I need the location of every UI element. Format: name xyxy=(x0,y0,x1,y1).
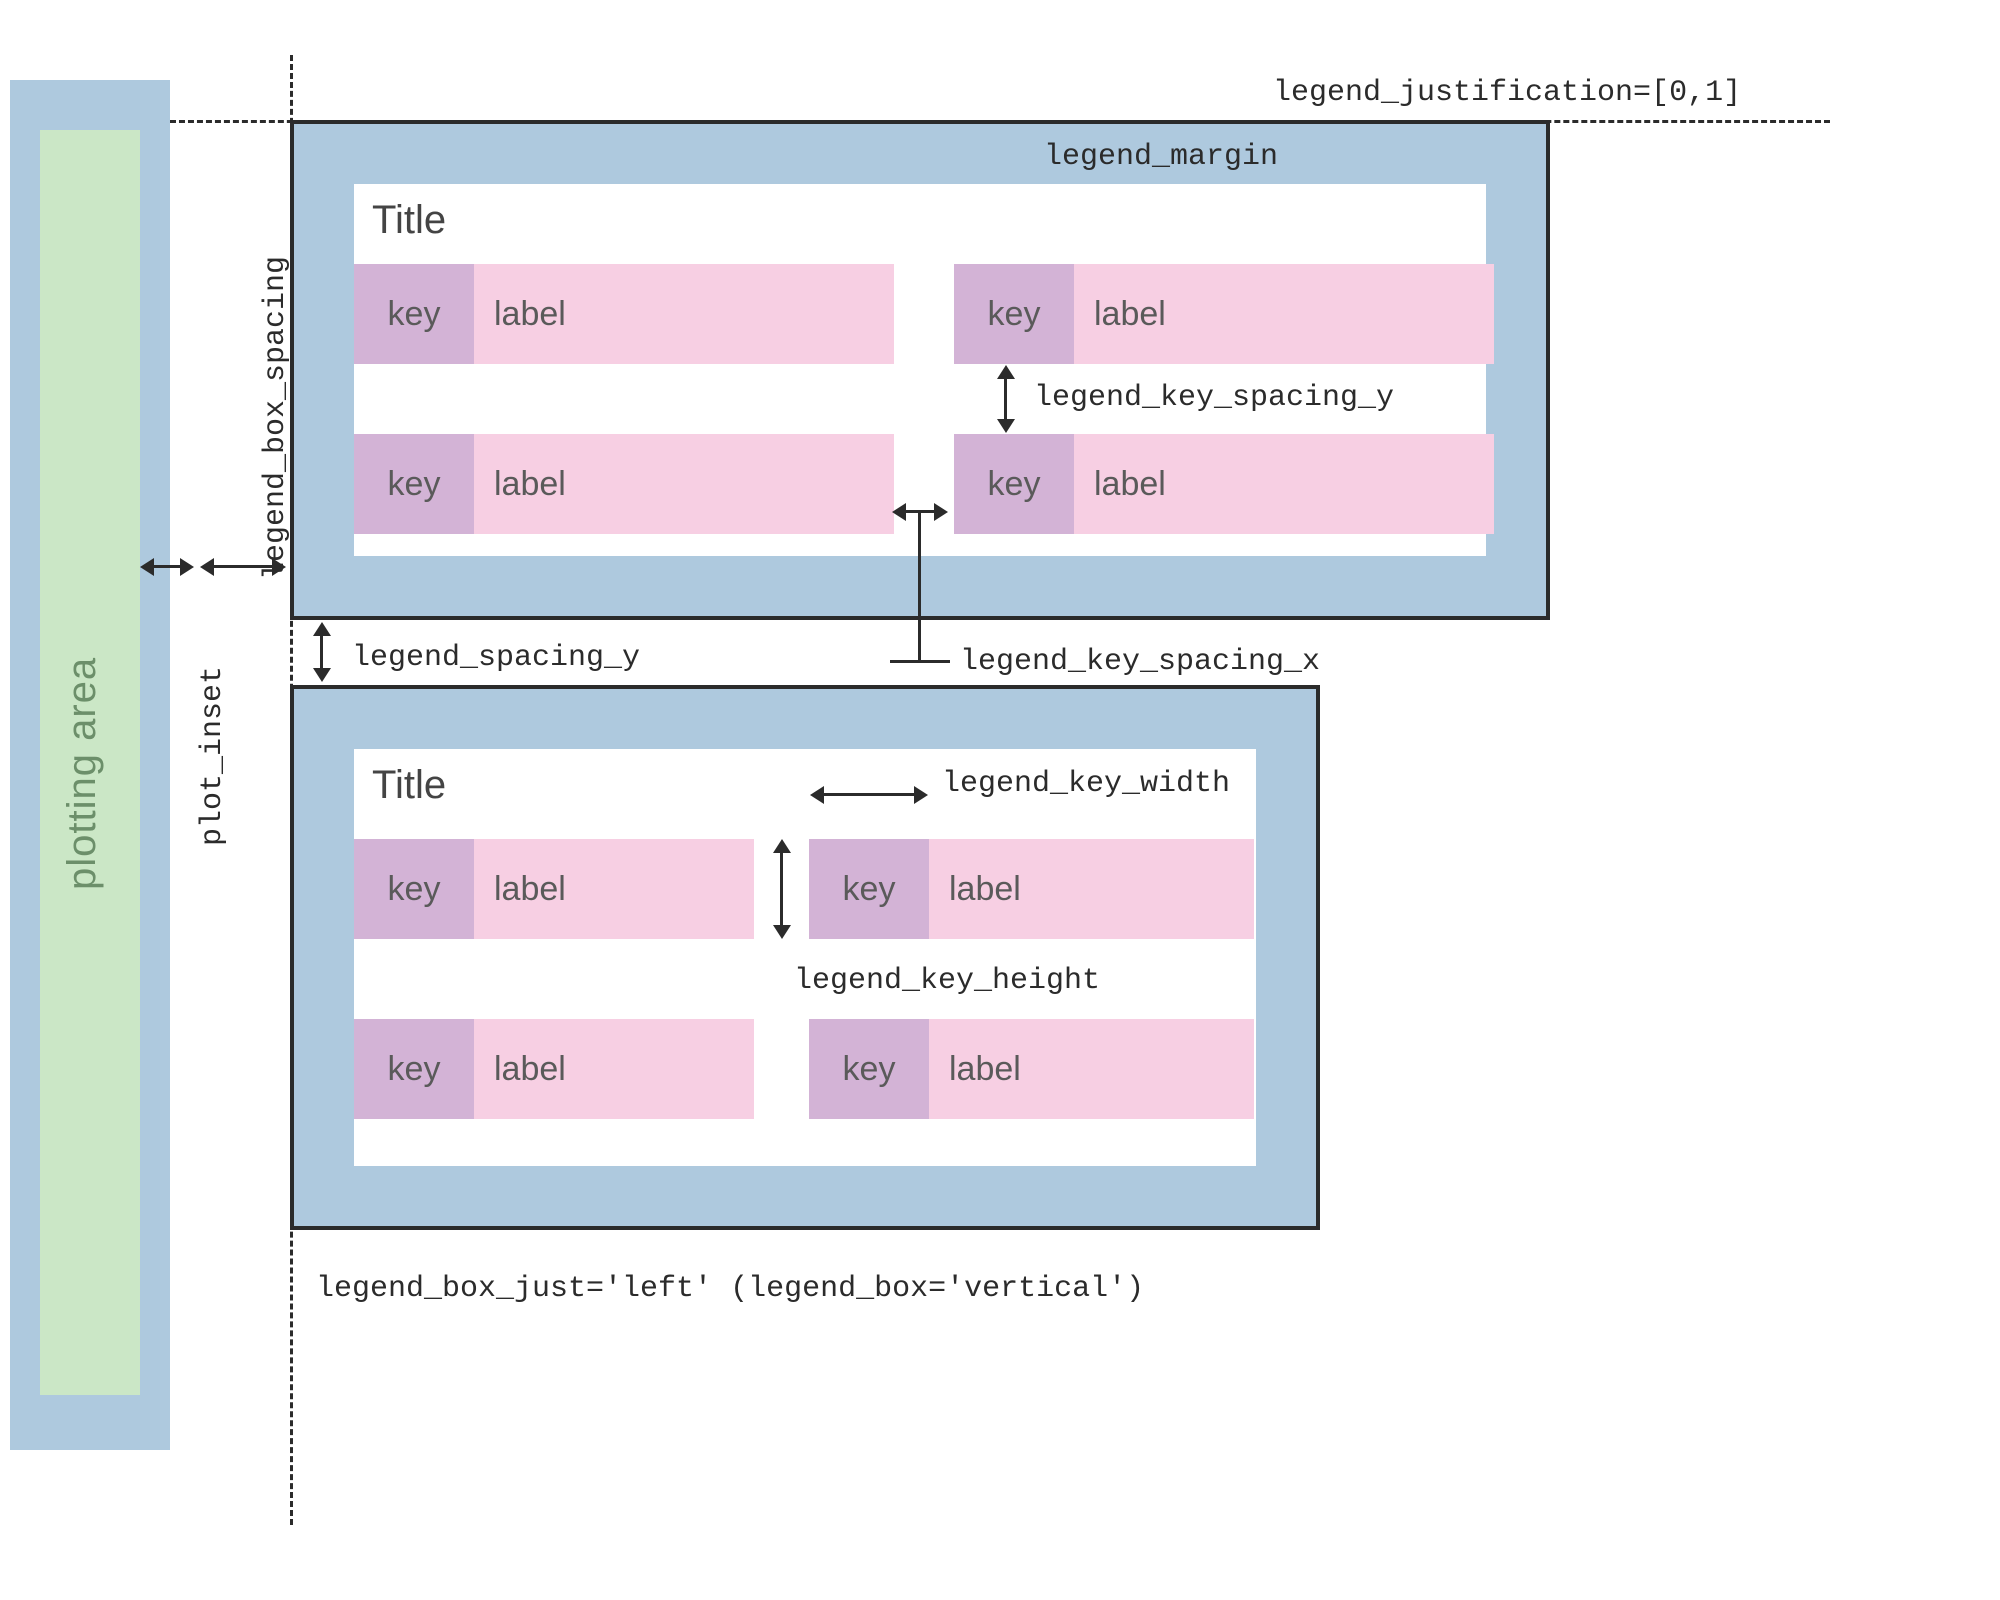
legend-1-entry-3: key label xyxy=(954,434,1494,534)
legend-label: label xyxy=(1074,434,1494,534)
legend-body-1: Title key label key label key label key … xyxy=(354,184,1486,556)
legend-2-entry-3: key label xyxy=(809,1019,1254,1119)
arrow-legend-spacing-y xyxy=(320,636,323,668)
legend-label: label xyxy=(929,1019,1254,1119)
legend-label: label xyxy=(929,839,1254,939)
anno-legend-key-spacing-x: legend_key_spacing_x xyxy=(960,645,1320,679)
anno-legend-box-just: legend_box_just='left' (legend_box='vert… xyxy=(316,1272,1144,1306)
diagram-canvas: plotting area legend_justification=[0,1]… xyxy=(0,0,2000,1600)
tick-legend-key-spacing-x xyxy=(890,660,950,663)
arrow-plot-inset xyxy=(154,565,180,568)
legend-label: label xyxy=(474,264,894,364)
legend-key: key xyxy=(809,839,929,939)
legend-1-entry-0: key label xyxy=(354,264,894,364)
legend-box-2: Title legend_key_width key label key lab… xyxy=(290,685,1320,1230)
anno-legend-key-spacing-y: legend_key_spacing_y xyxy=(1034,381,1394,415)
anno-legend-key-height: legend_key_height xyxy=(794,964,1100,998)
legend-2-title: Title xyxy=(372,763,446,808)
legend-key: key xyxy=(354,264,474,364)
legend-key: key xyxy=(354,1019,474,1119)
legend-label: label xyxy=(1074,264,1494,364)
legend-label: label xyxy=(474,434,894,534)
anno-legend-justification: legend_justification=[0,1] xyxy=(1273,76,1741,110)
anno-plot-inset: plot_inset xyxy=(196,666,230,846)
legend-2-entry-0: key label xyxy=(354,839,754,939)
stem-legend-key-spacing-x xyxy=(918,512,921,662)
legend-label: label xyxy=(474,1019,754,1119)
legend-body-2: Title legend_key_width key label key lab… xyxy=(354,749,1256,1166)
arrow-legend-key-spacing-y xyxy=(1004,379,1007,419)
legend-key: key xyxy=(954,264,1074,364)
anno-legend-margin: legend_margin xyxy=(1044,140,1278,174)
legend-key: key xyxy=(354,434,474,534)
legend-label: label xyxy=(474,839,754,939)
arrow-legend-key-height xyxy=(780,853,783,925)
legend-key: key xyxy=(954,434,1074,534)
legend-1-entry-1: key label xyxy=(954,264,1494,364)
legend-2-entry-1: key label xyxy=(809,839,1254,939)
legend-key: key xyxy=(354,839,474,939)
legend-key: key xyxy=(809,1019,929,1119)
legend-2-entry-2: key label xyxy=(354,1019,754,1119)
anno-legend-spacing-y: legend_spacing_y xyxy=(352,641,640,675)
legend-1-entry-2: key label xyxy=(354,434,894,534)
legend-1-title: Title xyxy=(372,198,446,243)
anno-legend-key-width: legend_key_width xyxy=(942,767,1230,801)
anno-legend-box-spacing: legend_box_spacing xyxy=(259,256,293,580)
plotting-area-label: plotting area xyxy=(60,657,105,890)
arrow-legend-key-width xyxy=(824,793,914,796)
